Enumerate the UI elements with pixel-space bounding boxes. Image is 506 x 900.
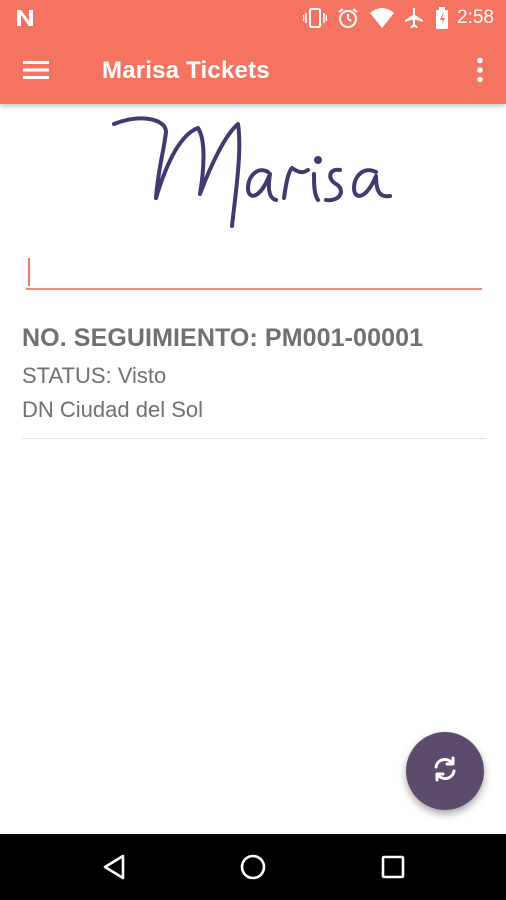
ticket-tracking-number: NO. SEGUIMIENTO: PM001-00001 bbox=[22, 324, 424, 352]
airplane-mode-icon bbox=[403, 7, 425, 29]
search-input[interactable] bbox=[26, 250, 482, 290]
ticket-status: STATUS: Visto bbox=[22, 363, 167, 388]
page-title: Marisa Tickets bbox=[102, 57, 270, 84]
status-bar: 2:58 bbox=[0, 0, 506, 36]
status-time: 2:58 bbox=[457, 7, 494, 28]
navigation-bar bbox=[0, 834, 506, 900]
hamburger-menu-icon[interactable] bbox=[16, 50, 56, 90]
toolbar: Marisa Tickets bbox=[0, 36, 506, 104]
text-cursor bbox=[28, 258, 30, 286]
more-vert-icon[interactable] bbox=[468, 50, 492, 90]
wifi-icon bbox=[369, 7, 395, 29]
app-bar: 2:58 Marisa Tickets bbox=[0, 0, 506, 104]
ticket-list-item[interactable]: NO. SEGUIMIENTO: PM001-00001 STATUS: Vis… bbox=[22, 318, 486, 439]
battery-icon bbox=[435, 7, 449, 29]
search-field-wrapper bbox=[26, 250, 482, 294]
refresh-icon bbox=[431, 755, 459, 788]
marisa-logo bbox=[108, 110, 398, 234]
recents-icon[interactable] bbox=[373, 847, 413, 887]
vibrate-icon bbox=[303, 7, 328, 29]
refresh-button[interactable] bbox=[406, 732, 484, 810]
home-icon[interactable] bbox=[233, 847, 273, 887]
back-icon[interactable] bbox=[94, 847, 134, 887]
n-notification-icon bbox=[14, 7, 36, 34]
alarm-icon bbox=[337, 7, 359, 29]
ticket-location: DN Ciudad del Sol bbox=[22, 397, 203, 422]
